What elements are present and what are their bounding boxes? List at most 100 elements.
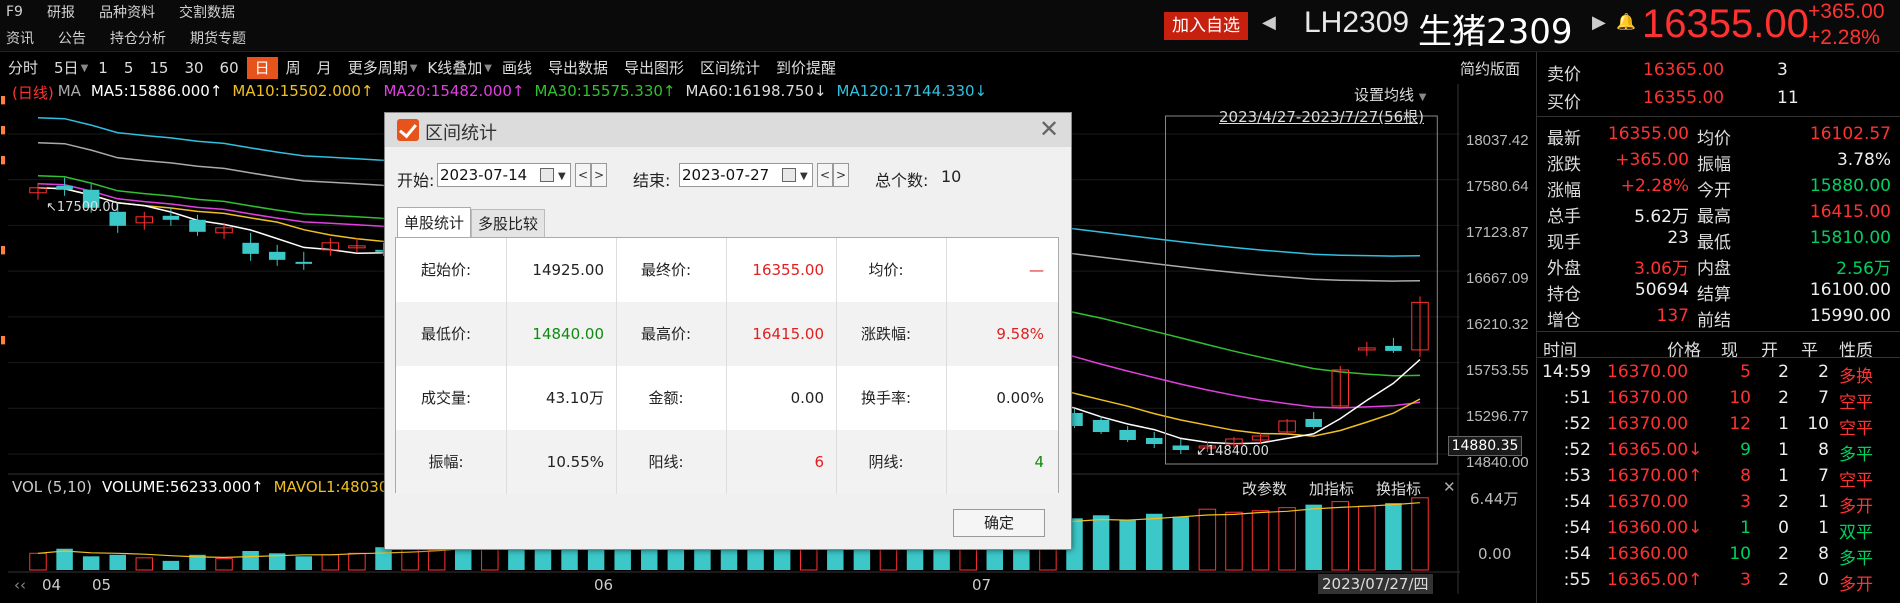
stat-value: 6	[814, 453, 824, 471]
tick-type: 双平	[1839, 523, 1873, 543]
crosshair-date: 2023/07/27/四	[1318, 574, 1433, 594]
add-to-watchlist-button[interactable]: 加入自选	[1164, 12, 1248, 40]
toolbar-item[interactable]: 30	[176, 57, 211, 79]
total-count-label: 总个数:	[875, 171, 929, 190]
toolbar-item[interactable]: 月	[309, 57, 340, 79]
dialog-titlebar[interactable]: 区间统计 ✕	[385, 113, 1071, 147]
chevron-down-icon[interactable]: ▼	[81, 63, 89, 74]
toolbar-item[interactable]: 1	[90, 57, 116, 79]
menu-item[interactable]: 研报	[47, 2, 75, 22]
chevron-down-icon[interactable]: ▼	[484, 63, 492, 74]
stat-value: 4	[1034, 453, 1044, 471]
tick-price: 16360.00	[1607, 544, 1689, 564]
end-next-button[interactable]: >	[833, 163, 849, 187]
menu-item[interactable]: 公告	[58, 28, 86, 48]
toolbar-item[interactable]: 分时	[0, 57, 46, 79]
stat-label: 换手率:	[860, 389, 912, 407]
menu-item[interactable]: F9	[6, 4, 23, 20]
toolbar-item[interactable]: K线叠加	[419, 57, 490, 79]
date-tick: 04	[42, 576, 62, 594]
volume-bar	[242, 551, 259, 570]
toolbar-item[interactable]: 区间统计	[692, 57, 768, 79]
prev-symbol-icon[interactable]: ◀	[1262, 12, 1276, 33]
volume-bar	[162, 560, 180, 570]
quote-value: 137	[1656, 306, 1689, 326]
price-axis-label: 15296.77	[1466, 408, 1529, 425]
contract-code: LH2309	[1304, 6, 1410, 39]
switch-indicator-button[interactable]: 换指标	[1376, 478, 1421, 499]
tick-row: :51 16370.00 10 2 7 空平	[1537, 386, 1900, 413]
tick-volume: 1	[1740, 518, 1751, 538]
tick-price: 16365.00↓	[1607, 440, 1703, 460]
edit-params-button[interactable]: 改参数	[1242, 478, 1287, 499]
bell-icon[interactable]: 🔔	[1616, 12, 1636, 31]
top-bar: F9 研报 品种资料 交割数据 资讯 公告 持仓分析 期货专题 加入自选 ◀ LH2309 …	[0, 0, 1900, 52]
end-label: 结束:	[633, 171, 671, 190]
toolbar-item[interactable]: 5	[116, 57, 142, 79]
tick-time: :54	[1563, 492, 1591, 512]
start-prev-button[interactable]: <	[575, 163, 591, 187]
tick-volume: 3	[1740, 492, 1751, 512]
tab-single-stats[interactable]: 单股统计	[397, 207, 472, 237]
scroll-left-icon[interactable]: ‹‹	[14, 576, 26, 594]
toolbar-item[interactable]: 周	[278, 57, 309, 79]
tab-multi-compare[interactable]: 多股比较	[471, 209, 546, 237]
ask-row: 卖价 16365.00 3	[1547, 60, 1788, 85]
tick-close: 1	[1818, 518, 1829, 538]
tick-row: :54 16370.00 3 2 1 多开	[1537, 490, 1900, 517]
volume-bar	[82, 556, 100, 570]
stat-label: 阴线:	[868, 453, 904, 471]
price-change: +365.00	[1808, 0, 1885, 23]
candle-body	[1145, 437, 1163, 444]
candle-body	[268, 251, 286, 260]
contract-name: 生猪2309	[1418, 12, 1573, 52]
candle-body	[1119, 429, 1136, 440]
end-date-input[interactable]: 2023-07-27 ▼	[679, 163, 813, 187]
tick-row: :54 16360.00↓ 1 0 1 双平	[1537, 516, 1900, 543]
tick-time: 14:59	[1542, 362, 1591, 382]
calendar-icon[interactable]	[782, 168, 796, 182]
left-vertical-tabs[interactable]: ▮ ▮ ▮ ▮ ▮	[0, 84, 8, 594]
start-next-button[interactable]: >	[591, 163, 607, 187]
toolbar-item[interactable]: 导出数据	[540, 57, 616, 79]
column-divider	[726, 238, 727, 494]
close-icon[interactable]: ✕	[1443, 478, 1456, 499]
ok-button[interactable]: 确定	[953, 509, 1045, 537]
toolbar-item[interactable]: 15	[141, 57, 176, 79]
toolbar-item[interactable]: 60	[212, 57, 247, 79]
menu-item[interactable]: 持仓分析	[110, 28, 166, 48]
end-prev-button[interactable]: <	[817, 163, 833, 187]
quote-label: 总手	[1547, 207, 1581, 227]
start-date-input[interactable]: 2023-07-14 ▼	[437, 163, 571, 187]
next-symbol-icon[interactable]: ▶	[1592, 12, 1606, 33]
chevron-down-icon[interactable]: ▼	[800, 166, 808, 188]
date-tick: 06	[594, 576, 614, 594]
toolbar-item[interactable]: 到价提醒	[768, 57, 844, 79]
chevron-down-icon[interactable]: ▼	[558, 166, 566, 188]
menu-item[interactable]: 资讯	[6, 28, 34, 48]
menu-item[interactable]: 品种资料	[99, 2, 155, 22]
tick-row: :54 16360.00 10 2 8 多平	[1537, 542, 1900, 569]
menu-item[interactable]: 交割数据	[179, 2, 235, 22]
toolbar-item[interactable]: 更多周期	[340, 57, 416, 79]
menu-item[interactable]: 期货专题	[190, 28, 246, 48]
toolbar-item[interactable]: 画线	[494, 57, 540, 79]
quote-label: 现手	[1547, 233, 1581, 253]
add-indicator-button[interactable]: 加指标	[1309, 478, 1354, 499]
close-icon[interactable]: ✕	[1039, 115, 1059, 143]
set-ma-button[interactable]: 设置均线 ▼	[1354, 84, 1427, 105]
candle-body	[242, 242, 259, 254]
quote-value: 16100.00	[1809, 280, 1891, 300]
simple-layout-button[interactable]: 简约版面	[1460, 58, 1520, 79]
quote-value: 23	[1667, 228, 1689, 248]
chevron-down-icon[interactable]: ▼	[410, 63, 418, 74]
toolbar-item[interactable]: 导出图形	[616, 57, 692, 79]
stat-value: 43.10万	[546, 389, 604, 407]
toolbar-item[interactable]: 日	[246, 57, 278, 79]
quote-row: 外盘 3.06万 内盘 2.56万	[1537, 252, 1900, 279]
stat-label: 最高价:	[640, 325, 692, 343]
quote-value: 3.06万	[1634, 259, 1689, 279]
tick-price: 16370.00↑	[1607, 466, 1703, 486]
calendar-icon[interactable]	[540, 168, 554, 182]
volume-bar	[135, 557, 154, 571]
